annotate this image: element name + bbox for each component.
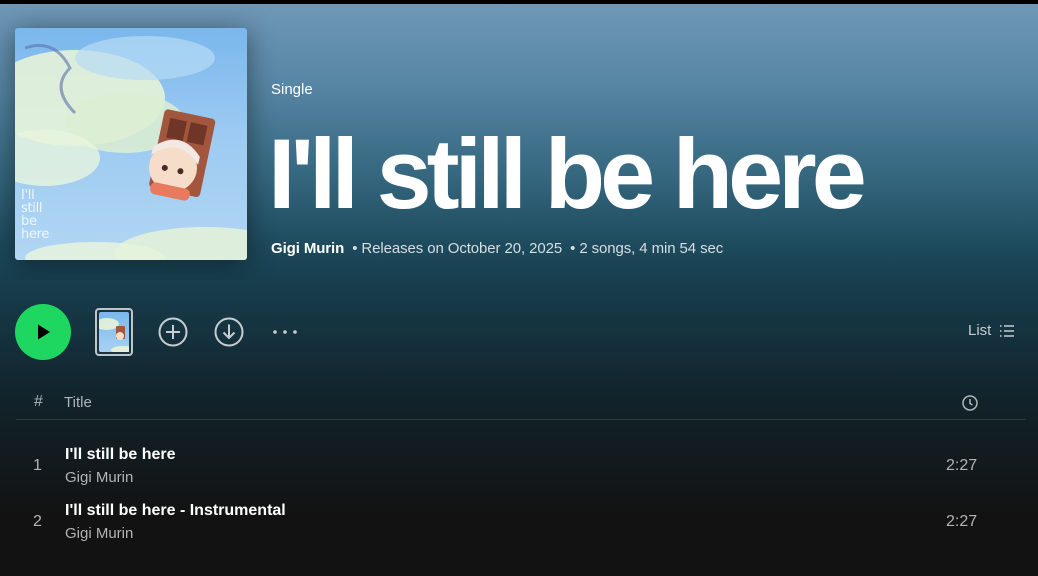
- track-number: 1: [33, 457, 42, 474]
- list-icon: [1000, 324, 1015, 337]
- album-header: I'll still be here Single I'll still be …: [0, 4, 1038, 280]
- track-row[interactable]: 1 I'll still be here Gigi Murin 2:27: [16, 440, 1026, 496]
- album-type-label: Single: [271, 81, 313, 98]
- more-options-button[interactable]: [270, 316, 300, 348]
- track-duration: 2:27: [946, 513, 978, 530]
- clock-icon: [962, 395, 978, 411]
- cover-title-text: I'll still be here: [21, 188, 50, 242]
- tracklist-header: # Title: [16, 388, 1026, 420]
- column-duration-header: [961, 394, 979, 417]
- track-artist[interactable]: Gigi Murin: [65, 525, 133, 542]
- album-meta: Gigi Murin • Releases on October 20, 2025…: [271, 240, 723, 257]
- album-thumbnail: [97, 312, 131, 354]
- view-mode-toggle[interactable]: List: [968, 322, 1015, 339]
- album-thumbnail-button[interactable]: [95, 308, 133, 356]
- page-title: I'll still be here: [268, 118, 867, 229]
- track-title[interactable]: I'll still be here: [65, 446, 176, 464]
- column-title-header: Title: [64, 394, 92, 411]
- add-to-library-button[interactable]: [157, 316, 189, 348]
- meta-separator: •: [570, 240, 576, 257]
- album-summary: 2 songs, 4 min 54 sec: [579, 240, 724, 257]
- artist-link[interactable]: Gigi Murin: [271, 240, 344, 257]
- download-button[interactable]: [213, 316, 245, 348]
- meta-separator: •: [352, 240, 358, 257]
- track-artist[interactable]: Gigi Murin: [65, 469, 133, 486]
- track-title[interactable]: I'll still be here - Instrumental: [65, 502, 286, 520]
- track-row[interactable]: 2 I'll still be here - Instrumental Gigi…: [16, 496, 1026, 552]
- track-duration: 2:27: [946, 457, 978, 474]
- track-number: 2: [33, 513, 42, 530]
- column-number-header: #: [34, 393, 43, 410]
- view-mode-label: List: [968, 322, 992, 339]
- album-cover: I'll still be here: [15, 28, 247, 260]
- play-icon: [38, 324, 50, 340]
- add-circle-icon: [158, 317, 188, 347]
- download-circle-icon: [214, 317, 244, 347]
- more-horizontal-icon: [273, 330, 297, 334]
- play-button[interactable]: [15, 304, 71, 360]
- release-date: Releases on October 20, 2025: [361, 240, 563, 257]
